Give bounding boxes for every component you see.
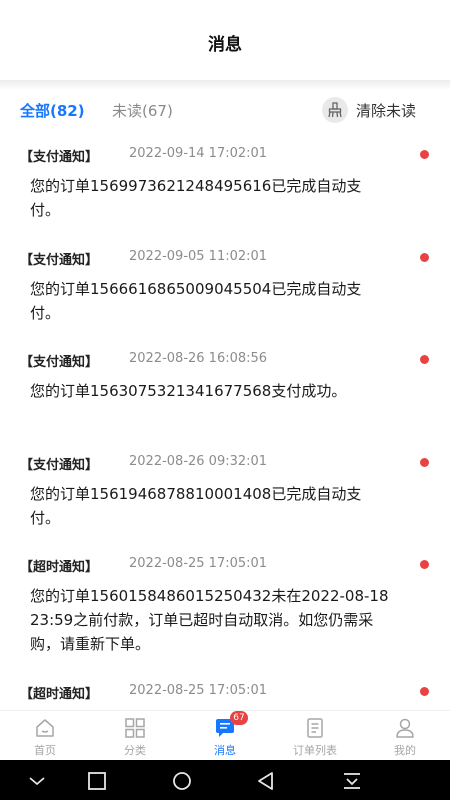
message-tag: 【超时通知】	[20, 560, 99, 575]
message-time: 2022-08-25 17:05:01	[129, 556, 268, 571]
tab-orders-label: 订单列表	[293, 744, 337, 757]
message-time: 2022-09-14 17:02:01	[129, 146, 268, 161]
message-tag: 【支付通知】	[20, 253, 99, 268]
tab-messages[interactable]: 67 消息	[180, 711, 270, 761]
clear-unread-label: 清除未读	[356, 101, 417, 120]
message-time: 2022-08-26 16:08:56	[129, 351, 268, 366]
tab-home[interactable]: 首页	[0, 711, 90, 761]
filter-tab-all[interactable]: 全部(82)	[20, 100, 85, 121]
message-time: 2022-09-05 11:02:01	[129, 249, 268, 264]
message-tag: 【支付通知】	[20, 458, 99, 473]
filter-bar: 全部(82) 未读(67) 清除未读	[0, 90, 450, 130]
header-divider	[0, 80, 450, 90]
page-title: 消息	[208, 35, 242, 55]
tab-messages-label: 消息	[214, 744, 236, 757]
message-time: 2022-08-26 09:32:01	[129, 454, 268, 469]
message-body: 您的订单1560158486015250432未在2022-08-18 23:5…	[30, 587, 389, 653]
page-header: 消息	[0, 0, 450, 80]
unread-count-badge: 67	[230, 711, 248, 725]
message-body: 您的订单1566616865009045504已完成自动支付。	[30, 280, 362, 322]
unread-dot	[420, 355, 429, 364]
tab-mine[interactable]: 我的	[360, 711, 450, 761]
home-icon	[36, 719, 54, 737]
message-body: 您的订单1561946878810001408已完成自动支付。	[30, 485, 362, 527]
message-body: 您的订单1563075321341677568支付成功。	[30, 382, 347, 400]
order-list-icon	[307, 718, 323, 738]
message-time: 2022-08-25 17:05:01	[129, 683, 268, 698]
chevron-down-icon[interactable]	[26, 770, 48, 792]
filter-tab-unread[interactable]: 未读(67)	[112, 100, 173, 121]
tab-category-label: 分类	[124, 744, 146, 757]
bottom-tab-bar: 首页 分类 67 消息 订单列表 我的	[0, 710, 450, 760]
message-tag: 【超时通知】	[20, 687, 99, 702]
system-navigation-bar	[0, 760, 450, 800]
unread-dot	[420, 253, 429, 262]
message-body: 您的订单1569973621248495616已完成自动支付。	[30, 177, 362, 219]
tab-home-label: 首页	[34, 744, 56, 757]
unread-dot	[420, 150, 429, 159]
pull-down-icon[interactable]	[341, 770, 363, 792]
clear-unread-button[interactable]: 清除未读	[322, 96, 416, 124]
unread-dot	[420, 458, 429, 467]
grid-icon	[125, 718, 145, 738]
tab-orders[interactable]: 订单列表	[270, 711, 360, 761]
tab-mine-label: 我的	[394, 744, 416, 757]
broom-icon	[322, 97, 348, 123]
back-triangle-icon[interactable]	[255, 770, 277, 792]
message-tag: 【支付通知】	[20, 355, 99, 370]
unread-dot	[420, 687, 429, 696]
tab-category[interactable]: 分类	[90, 711, 180, 761]
user-icon	[396, 718, 414, 738]
message-tag: 【支付通知】	[20, 150, 99, 165]
unread-dot	[420, 560, 429, 569]
message-list[interactable]: 【支付通知】 2022-09-14 17:02:01 您的订单156997362…	[0, 130, 450, 710]
home-circle-icon[interactable]	[171, 770, 193, 792]
recent-apps-icon[interactable]	[86, 770, 108, 792]
